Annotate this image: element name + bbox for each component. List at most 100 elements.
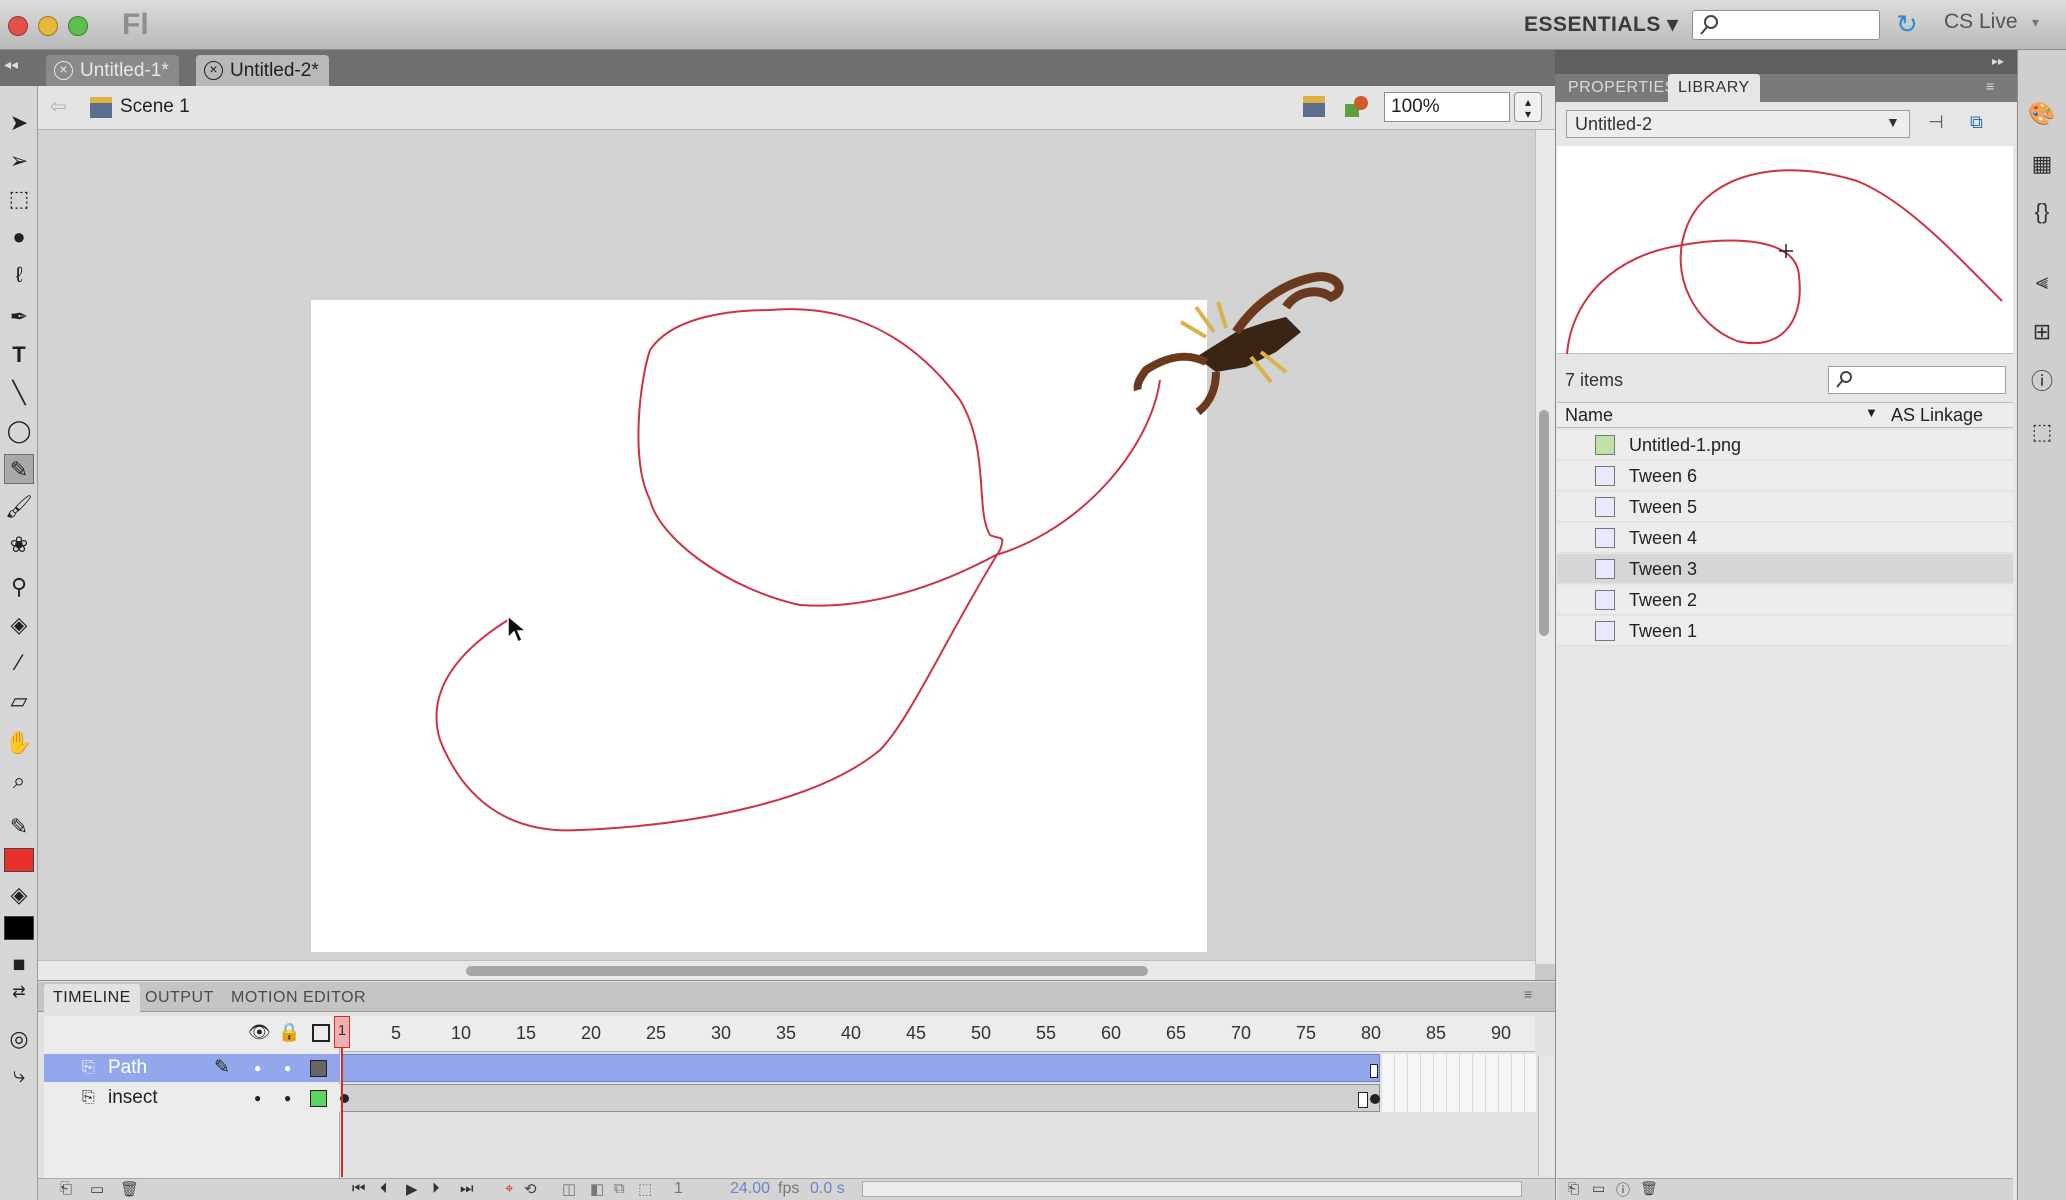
tab-motion-editor[interactable]: MOTION EDITOR (222, 984, 375, 1012)
frame-number: 35 (776, 1023, 797, 1043)
library-item[interactable]: Tween 6 (1557, 461, 2013, 491)
delete-item-icon[interactable]: 🗑 (1640, 1180, 1658, 1197)
visibility-dot[interactable]: ● (254, 1084, 261, 1112)
timeline-vertical-scrollbar[interactable] (1538, 1056, 1554, 1176)
sort-arrow-icon[interactable]: ▼ (1865, 405, 1878, 420)
components-panel-icon[interactable]: ⊞ (2028, 318, 2056, 346)
pin-library-icon[interactable]: ⊣ (1928, 112, 1944, 133)
search-icon (1836, 371, 1852, 388)
frame-number: 75 (1296, 1023, 1317, 1043)
new-layer-icon[interactable]: ⎗ (60, 1180, 72, 1197)
library-item-name: Tween 5 (1629, 497, 1698, 517)
info-panel-icon[interactable]: ⓘ (2028, 368, 2056, 396)
loop-icon[interactable]: ⟲ (524, 1180, 537, 1198)
center-frame-icon[interactable]: ⌖ (505, 1180, 513, 1197)
frame-number: 55 (1036, 1023, 1057, 1043)
graphic-symbol-icon (1595, 528, 1615, 548)
layer-outline-swatch[interactable] (310, 1090, 327, 1107)
panel-menu-icon[interactable]: ≡ (1986, 78, 1994, 94)
keyframe-dot[interactable] (1370, 1094, 1380, 1104)
visibility-dot[interactable]: ● (254, 1054, 261, 1082)
lock-dot[interactable]: ● (284, 1054, 291, 1082)
library-item[interactable]: Tween 4 (1557, 523, 2013, 553)
frame-rate-unit: fps (778, 1180, 800, 1197)
tab-library[interactable]: LIBRARY (1668, 74, 1760, 102)
timeline-horizontal-scrollbar[interactable] (862, 1181, 1522, 1197)
playhead-marker[interactable]: 1 (334, 1016, 350, 1048)
outline-all-icon[interactable] (312, 1024, 330, 1042)
library-search-input[interactable] (1828, 366, 2006, 394)
frame-number: 50 (971, 1023, 992, 1043)
layer-outline-swatch[interactable] (310, 1060, 327, 1077)
panel-group-header (1555, 50, 2017, 74)
frame-number: 10 (451, 1023, 472, 1043)
color-panel-icon[interactable]: 🎨 (2028, 100, 2056, 128)
frame-number: 30 (711, 1023, 732, 1043)
lock-all-icon[interactable]: 🔒 (278, 1022, 300, 1043)
library-item[interactable]: Tween 5 (1557, 492, 2013, 522)
transform-panel-icon[interactable]: ⬚ (2028, 418, 2056, 446)
layer-row-path[interactable]: ⎘ Path ✎ ● ● (44, 1054, 340, 1082)
frame-number: 45 (906, 1023, 927, 1043)
library-item-name: Tween 6 (1629, 466, 1698, 486)
modify-onion-markers-icon[interactable]: ⬚ (638, 1180, 652, 1198)
step-back-icon[interactable]: ⏴ (380, 1180, 388, 1197)
library-item[interactable]: Tween 2 (1557, 585, 2013, 615)
library-item-count: 7 items (1565, 370, 1624, 390)
align-panel-icon[interactable]: ⫷ (2028, 268, 2056, 296)
frame-number: 80 (1361, 1023, 1382, 1043)
frame-span-path[interactable] (342, 1054, 1380, 1082)
code-snippets-icon[interactable]: {} (2028, 198, 2056, 226)
column-as-linkage[interactable]: AS Linkage (1891, 405, 1983, 426)
library-item-name: Tween 2 (1629, 590, 1698, 610)
onion-skin-icon[interactable]: ◫ (562, 1180, 576, 1198)
show-hide-all-icon[interactable]: 👁 (248, 1022, 271, 1043)
panel-menu-icon[interactable]: ≡ (1524, 986, 1532, 1002)
mouse-cursor-icon (507, 614, 526, 644)
go-to-first-frame-icon[interactable]: ⏮ (352, 1180, 366, 1197)
tab-timeline[interactable]: TIMELINE (44, 984, 140, 1012)
tab-output[interactable]: OUTPUT (136, 984, 223, 1012)
tab-properties[interactable]: PROPERTIES (1558, 74, 1686, 102)
go-to-last-frame-icon[interactable]: ⏭ (460, 1180, 474, 1197)
graphic-symbol-icon (1595, 466, 1615, 486)
frame-number: 65 (1166, 1023, 1187, 1043)
swatches-panel-icon[interactable]: ▦ (2028, 150, 2056, 178)
elapsed-time: 0.0 s (810, 1180, 845, 1197)
dropdown-arrow-icon[interactable]: ▼ (1886, 114, 1900, 130)
new-library-panel-icon[interactable]: ⧉ (1970, 112, 1983, 133)
properties-icon[interactable]: ⓘ (1616, 1180, 1630, 1200)
frame-number: 15 (516, 1023, 537, 1043)
step-forward-icon[interactable]: ⏵ (432, 1180, 440, 1197)
layer-name[interactable]: insect (108, 1084, 158, 1112)
expand-panels-icon[interactable]: ▸▸ (1992, 54, 2004, 68)
keyframe-marker[interactable] (1370, 1064, 1378, 1078)
edit-multiple-frames-icon[interactable]: ⧉ (614, 1180, 625, 1197)
delete-layer-icon[interactable]: 🗑 (120, 1180, 139, 1198)
library-item[interactable]: Tween 1 (1557, 616, 2013, 646)
empty-frames[interactable] (1382, 1054, 1536, 1112)
column-name[interactable]: Name (1565, 405, 1613, 426)
frame-rate-value[interactable]: 24.00 (730, 1180, 770, 1198)
new-folder-icon[interactable]: ▭ (90, 1180, 104, 1198)
graphic-symbol-icon (1595, 590, 1615, 610)
frame-number: 85 (1426, 1023, 1447, 1043)
library-item-name: Untitled-1.png (1629, 435, 1742, 455)
frame-span-insect[interactable] (342, 1084, 1380, 1112)
frame-number: 90 (1491, 1023, 1512, 1043)
horizontal-scroll-thumb[interactable] (466, 966, 1148, 976)
lock-dot[interactable]: ● (284, 1084, 291, 1112)
new-symbol-icon[interactable]: ⎗ (1568, 1180, 1579, 1197)
library-item[interactable]: Untitled-1.png (1557, 430, 2013, 460)
keyframe-marker[interactable] (1358, 1092, 1368, 1108)
layer-name[interactable]: Path (108, 1054, 147, 1082)
layer-row-insect[interactable]: ⎘ insect ● ● (44, 1084, 340, 1112)
library-document-select[interactable]: Untitled-2 (1566, 110, 1910, 138)
scorpion-image[interactable] (1086, 262, 1346, 422)
vertical-scroll-thumb[interactable] (1539, 410, 1549, 636)
pencil-icon: ✎ (214, 1057, 230, 1078)
play-icon[interactable]: ▶ (406, 1180, 418, 1198)
library-item[interactable]: Tween 3 (1557, 554, 2013, 584)
onion-skin-outlines-icon[interactable]: ◧ (590, 1180, 604, 1198)
new-folder-icon[interactable]: ▭ (1592, 1180, 1605, 1197)
